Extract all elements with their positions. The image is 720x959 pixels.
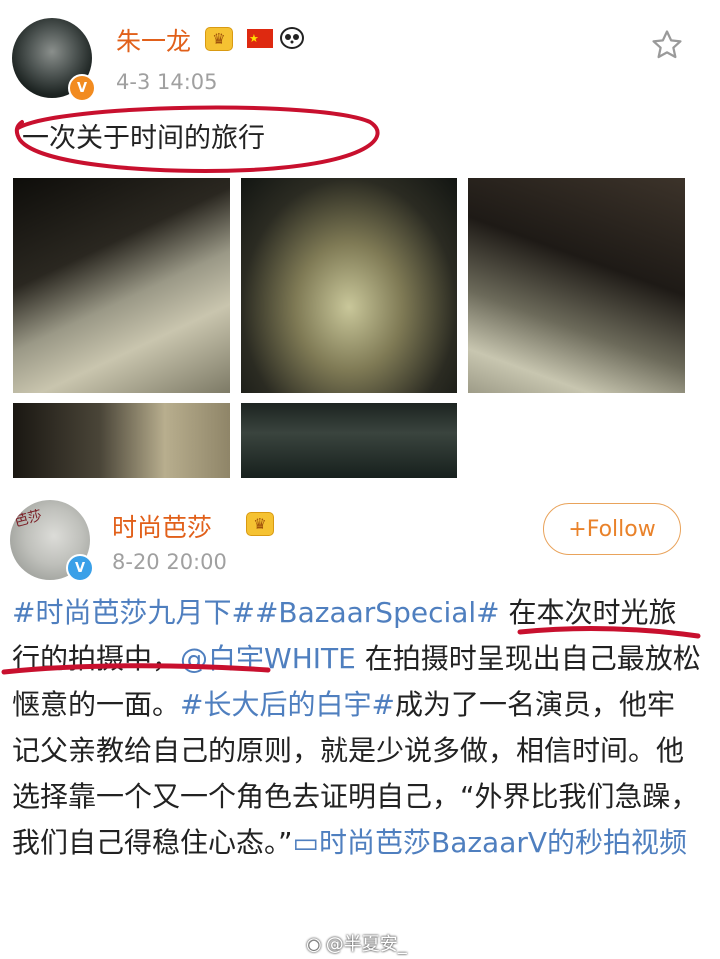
annotation-layer — [1, 105, 701, 675]
annotation-underline — [1, 663, 271, 675]
annotation-underline — [517, 626, 701, 639]
annotation-ellipse — [14, 105, 380, 173]
